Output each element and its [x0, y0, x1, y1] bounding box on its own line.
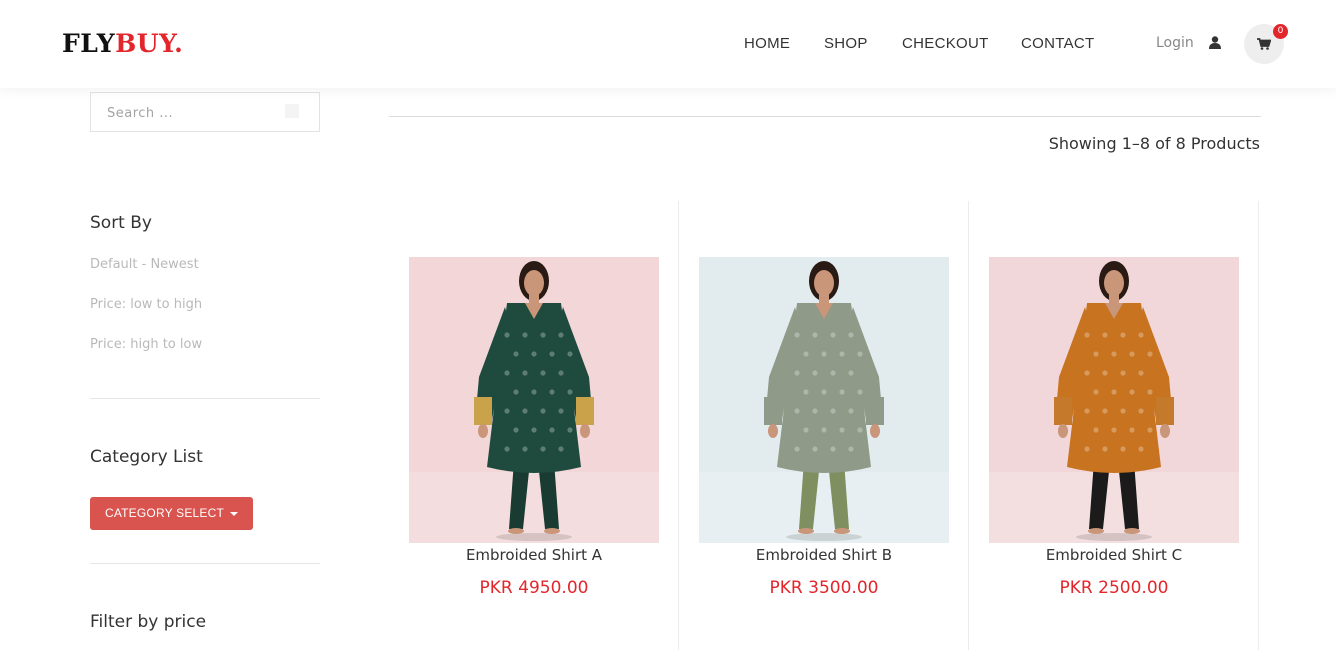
- cart-button[interactable]: 0: [1244, 24, 1288, 64]
- category-title: Category List: [90, 447, 203, 467]
- filter-price-title: Filter by price: [90, 612, 207, 632]
- search-input[interactable]: [107, 102, 277, 124]
- caret-down-icon: [230, 511, 239, 516]
- logo-accent-text: BUY.: [115, 29, 184, 58]
- sort-option-price-asc[interactable]: Price: low to high: [90, 297, 202, 312]
- sort-option-newest[interactable]: Default - Newest: [90, 257, 199, 272]
- nav-shop[interactable]: SHOP: [824, 35, 868, 52]
- product-name[interactable]: Embroided Shirt C: [989, 546, 1239, 564]
- nav-contact[interactable]: CONTACT: [1021, 35, 1094, 52]
- product-image[interactable]: [409, 257, 659, 543]
- product-card[interactable]: Embroided Shirt C PKR 2500.00: [989, 257, 1239, 598]
- results-top-rule: [389, 116, 1261, 117]
- login-link[interactable]: Login: [1156, 35, 1194, 51]
- site-logo[interactable]: FLYBUY.: [62, 29, 183, 58]
- cart-icon: [1257, 38, 1271, 50]
- sort-title: Sort By: [90, 213, 152, 233]
- category-select-label: CATEGORY SELECT: [104, 506, 225, 520]
- grid-divider: [968, 201, 969, 650]
- product-card[interactable]: Embroided Shirt A PKR 4950.00: [409, 257, 659, 598]
- category-select-button[interactable]: CATEGORY SELECT: [90, 497, 253, 530]
- grid-divider: [1258, 201, 1259, 650]
- product-image[interactable]: [699, 257, 949, 543]
- logo-main-text: FLY: [62, 29, 116, 58]
- sidebar-divider: [90, 563, 320, 564]
- nav-home[interactable]: HOME: [744, 35, 790, 52]
- product-name[interactable]: Embroided Shirt A: [409, 546, 659, 564]
- product-price: PKR 3500.00: [769, 578, 879, 598]
- product-price: PKR 4950.00: [479, 578, 589, 598]
- product-name[interactable]: Embroided Shirt B: [699, 546, 949, 564]
- grid-divider: [678, 201, 679, 650]
- user-icon[interactable]: [1209, 36, 1221, 49]
- site-header: FLYBUY. HOME SHOP CHECKOUT CONTACT Login…: [0, 0, 1336, 88]
- product-price: PKR 2500.00: [1059, 578, 1169, 598]
- search-submit-button[interactable]: [285, 104, 299, 118]
- product-card[interactable]: Embroided Shirt B PKR 3500.00: [699, 257, 949, 598]
- sort-option-price-desc[interactable]: Price: high to low: [90, 337, 202, 352]
- nav-checkout[interactable]: CHECKOUT: [902, 35, 989, 52]
- cart-count-badge: 0: [1273, 24, 1288, 39]
- product-image[interactable]: [989, 257, 1239, 543]
- result-count: Showing 1–8 of 8 Products: [1048, 134, 1260, 153]
- sidebar-divider: [90, 398, 320, 399]
